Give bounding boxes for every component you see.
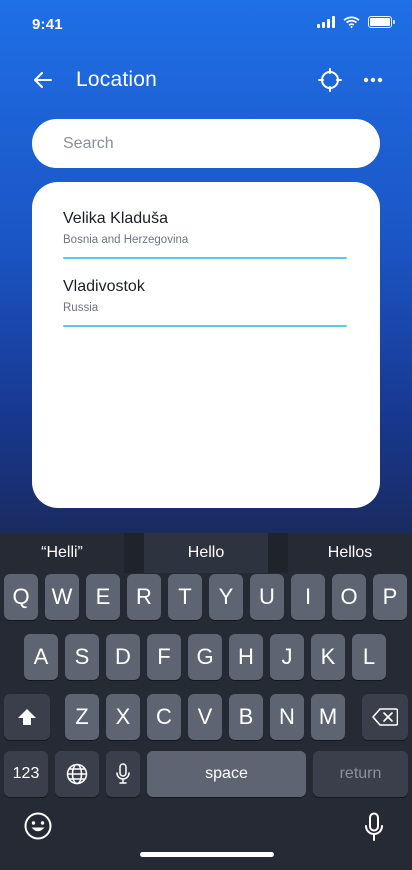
key-y[interactable]: Y [209,574,243,620]
locate-button[interactable] [315,65,345,95]
key-n[interactable]: N [270,694,304,740]
key-o[interactable]: O [332,574,366,620]
results-card: Velika Kladuša Bosnia and Herzegovina Vl… [32,182,380,508]
key-s[interactable]: S [65,634,99,680]
key-k[interactable]: K [311,634,345,680]
wifi-icon [343,16,360,28]
backspace-icon [372,708,398,726]
list-item[interactable]: Vladivostok Russia [63,278,347,346]
back-button[interactable] [28,66,58,94]
shift-key[interactable] [4,694,50,740]
key-r[interactable]: R [127,574,161,620]
more-options-button[interactable] [358,65,388,95]
location-screen: 9:41 Location Search Velika Kladuša Bosn… [0,0,412,870]
key-f[interactable]: F [147,634,181,680]
key-u[interactable]: U [250,574,284,620]
result-country: Bosnia and Herzegovina [63,234,189,246]
microphone-icon [365,812,383,841]
microphone-icon [116,763,130,784]
emoji-icon [24,812,52,840]
return-key[interactable]: return [313,751,408,797]
more-horizontal-icon [363,77,383,83]
keyboard: “Helli” Hello Hellos QWERTYUIOP ASDFGHJK… [0,533,412,870]
key-d[interactable]: D [106,634,140,680]
dictation-button[interactable] [364,812,384,842]
battery-icon [368,16,395,28]
key-i[interactable]: I [291,574,325,620]
page-title: Location [76,68,157,91]
globe-key[interactable] [55,751,99,797]
divider [63,257,347,259]
key-w[interactable]: W [45,574,79,620]
key-j[interactable]: J [270,634,304,680]
key-e[interactable]: E [86,574,120,620]
suggestion-item[interactable]: Hellos [288,533,412,573]
emoji-button[interactable] [24,812,52,840]
delete-key[interactable] [362,694,408,740]
header: Location [0,58,412,102]
cellular-signal-icon [317,16,335,28]
dictation-key[interactable] [106,751,140,797]
numbers-key[interactable]: 123 [4,751,48,797]
status-icons [317,16,395,28]
key-c[interactable]: C [147,694,181,740]
result-city: Velika Kladuša [63,210,168,227]
key-v[interactable]: V [188,694,222,740]
space-key[interactable]: space [147,751,306,797]
divider [268,533,288,573]
status-time: 9:41 [32,16,63,33]
arrow-left-icon [34,72,52,88]
key-h[interactable]: H [229,634,263,680]
key-m[interactable]: M [311,694,345,740]
globe-icon [66,763,88,785]
home-indicator [140,852,274,857]
result-city: Vladivostok [63,278,145,295]
suggestion-item[interactable]: Hello [144,533,268,573]
key-x[interactable]: X [106,694,140,740]
key-b[interactable]: B [229,694,263,740]
key-l[interactable]: L [352,634,386,680]
key-t[interactable]: T [168,574,202,620]
key-q[interactable]: Q [4,574,38,620]
suggestion-item[interactable]: “Helli” [0,533,124,573]
crosshair-icon [318,68,342,92]
key-g[interactable]: G [188,634,222,680]
key-z[interactable]: Z [65,694,99,740]
result-country: Russia [63,302,99,314]
key-a[interactable]: A [24,634,58,680]
suggestion-bar: “Helli” Hello Hellos [0,533,412,573]
divider [124,533,144,573]
divider [63,325,347,327]
shift-icon [18,709,36,725]
key-p[interactable]: P [373,574,407,620]
status-bar: 9:41 [0,0,412,48]
list-item[interactable]: Velika Kladuša Bosnia and Herzegovina [63,210,347,278]
search-input[interactable] [32,119,380,168]
keyboard-bottom-bar [0,800,412,870]
